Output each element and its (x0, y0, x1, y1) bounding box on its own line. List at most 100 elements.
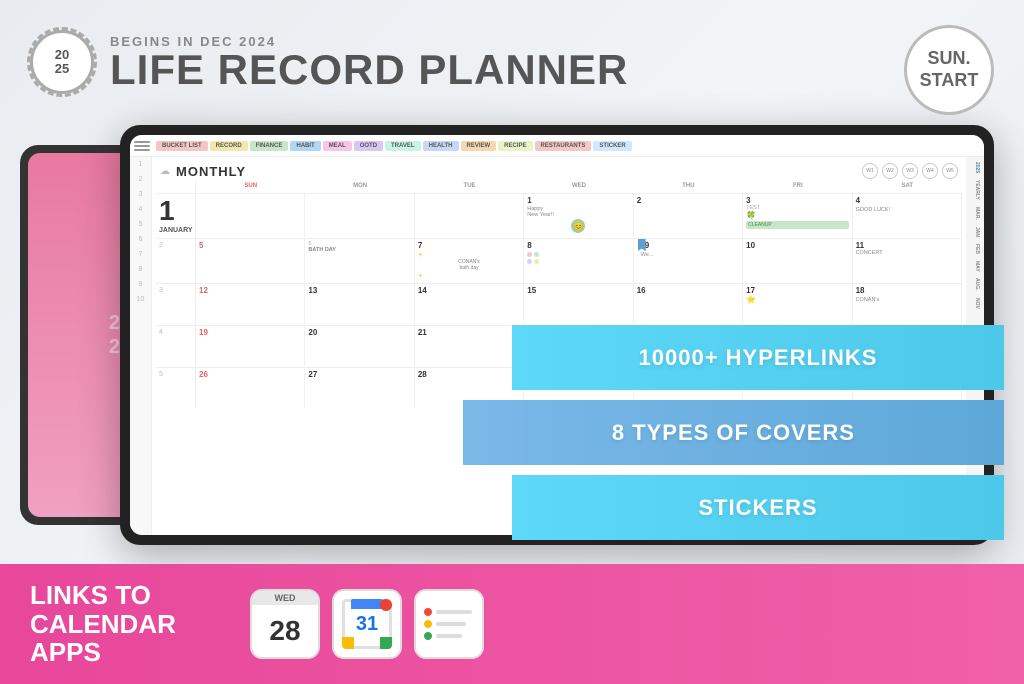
right-tab-yearly[interactable]: YEARLY (968, 177, 982, 203)
right-tab-aug[interactable]: AUG. (968, 275, 982, 294)
tab-bucket-list[interactable]: BUCKET LIST (156, 141, 208, 151)
week-btn-3[interactable]: W3 (902, 163, 918, 179)
reminder-item-1 (424, 608, 472, 616)
row-num-2: 2 (132, 176, 149, 183)
cal-cell-fri-w3: 17 ⭐ (743, 284, 852, 324)
cal-cell-sun-w5: 26 (196, 368, 305, 408)
calendar-left-sidebar: 1 2 3 4 5 6 7 8 9 10 (130, 157, 152, 535)
tab-navigation: BUCKET LIST RECORD FINANCE HABIT MEAL OO… (130, 135, 984, 157)
day-header-wed: WED (524, 181, 633, 191)
row-num-10: 10 (132, 296, 149, 303)
header: 20 25 BEGINS IN DEC 2024 LIFE RECORD PLA… (30, 30, 628, 94)
tab-finance[interactable]: FINANCE (250, 141, 289, 151)
cal-cell-thu-w2: 9 We... (634, 239, 743, 282)
dots-decoration (527, 252, 629, 264)
week-label-4: 4 (156, 326, 196, 366)
calendar-header: ☁ MONTHLY W1 W2 W3 W4 W5 (152, 157, 966, 181)
reminder-line-2 (436, 622, 466, 626)
cal-cell-sun-w3: 12 (196, 284, 305, 324)
reminder-item-3 (424, 632, 462, 640)
cal-cell-fri-w2: 10 (743, 239, 852, 282)
reminder-dot-red (424, 608, 432, 616)
sun-start-badge: SUN. START (904, 25, 994, 115)
week-btn-2[interactable]: W2 (882, 163, 898, 179)
tab-review[interactable]: REVIEW (461, 141, 497, 151)
cal-cell-mon-w5: 27 (305, 368, 414, 408)
links-text: LINKS TO CALENDAR APPS (30, 581, 230, 667)
stickers-overlay: STICKERS (512, 475, 1004, 540)
hamburger-icon[interactable] (134, 141, 150, 151)
covers-overlay: 8 TYPES OF COVERS (463, 400, 1004, 465)
reminder-item-2 (424, 620, 466, 628)
cal-cell-wed-w3: 15 (524, 284, 633, 324)
cal-cell-sat-w1: 4 GOOD LUCK! (853, 194, 962, 237)
tab-restaurants[interactable]: RESTAURANTS (535, 141, 592, 151)
tab-record[interactable]: RECORD (210, 141, 248, 151)
calendar-month-title: MONTHLY (176, 164, 246, 179)
week-btn-1[interactable]: W1 (862, 163, 878, 179)
week-btn-4[interactable]: W4 (922, 163, 938, 179)
table-row: 3 12 13 14 (156, 283, 962, 324)
right-tab-may[interactable]: MAY (968, 258, 982, 275)
cal-cell-wed-w2: 8 (524, 239, 633, 282)
right-tab-mar[interactable]: MAR. (968, 204, 982, 223)
cal-cell-mon-w3: 13 (305, 284, 414, 324)
week-label-5: 5 (156, 368, 196, 408)
tab-habit[interactable]: HABIT (290, 141, 320, 151)
cal-cell-mon-w1 (305, 194, 414, 237)
row-num-8: 8 (132, 266, 149, 273)
day-header-mon: MON (305, 181, 414, 191)
tab-travel[interactable]: TRAVEL (385, 141, 421, 151)
week-btn-5[interactable]: W5 (942, 163, 958, 179)
cal-cell-sun-w2: 5 (196, 239, 305, 282)
table-row: 1 JANUARY 1 Happy New Year!! (156, 193, 962, 237)
cal-cell-sun-w1 (196, 194, 305, 237)
cal-cell-sat-w2: 11 CONCERT (853, 239, 962, 282)
reminder-line-1 (436, 610, 472, 614)
sun-start-text: SUN. START (920, 48, 979, 91)
reminder-line-3 (436, 634, 462, 638)
day-header-thu: THU (634, 181, 743, 191)
tab-sticker[interactable]: STICKER (593, 141, 631, 151)
gcal-top-bar (351, 599, 383, 609)
week-label-2: 2 (156, 239, 196, 282)
tab-meal[interactable]: MEAL (323, 141, 352, 151)
cal-cell-mon-w4: 20 (305, 326, 414, 366)
tab-health[interactable]: HEALTH (423, 141, 459, 151)
gcal-corner-green (380, 637, 392, 649)
cal-cell-fri-w1: 3 TEST 🍀 CLEANUP (743, 194, 852, 237)
reminder-dot-yellow (424, 620, 432, 628)
row-num-4: 4 (132, 206, 149, 213)
right-tab-2025[interactable]: 2025 (968, 159, 982, 176)
cal-cell-thu-w3: 16 (634, 284, 743, 324)
cal-cell-tue-w4: 21 (415, 326, 524, 366)
google-calendar-icon: 31 (332, 589, 402, 659)
logo-badge: 20 25 (30, 30, 94, 94)
cal-cell-tue-w1 (415, 194, 524, 237)
bottom-bar: LINKS TO CALENDAR APPS WED 28 31 (0, 564, 1024, 684)
day-header-tue: TUE (415, 181, 524, 191)
main-title: LIFE RECORD PLANNER (110, 49, 628, 91)
logo-year: 20 25 (55, 48, 69, 77)
cal-cell-sat-w3: 18 CONAN's (853, 284, 962, 324)
row-num-1: 1 (132, 161, 149, 168)
right-tab-jan[interactable]: JAN (968, 224, 982, 240)
tab-recipe[interactable]: RECIPE (498, 141, 532, 151)
row-num-7: 7 (132, 251, 149, 258)
right-tab-feb[interactable]: FEB (968, 241, 982, 257)
stickers-text: STICKERS (698, 495, 817, 521)
tab-ootd[interactable]: OOTD (354, 141, 383, 151)
smiley-icon: 😊 (571, 219, 585, 233)
week-label-3: 3 (156, 284, 196, 324)
cal-cell-thu-w1: 2 (634, 194, 743, 237)
reminder-dot-green (424, 632, 432, 640)
row-num-3: 3 (132, 191, 149, 198)
hyperlinks-text: 10000+ HYPERLINKS (639, 345, 878, 371)
hyperlinks-overlay: 10000+ HYPERLINKS (512, 325, 1004, 390)
right-tab-nov[interactable]: NOV (968, 295, 982, 312)
cal-cell-tue-w2: 7 + CONAN'sbath day + (415, 239, 524, 282)
reminders-icon (414, 589, 484, 659)
day-header-fri: FRI (743, 181, 852, 191)
calendar-apps: WED 28 31 (250, 589, 484, 659)
date-day: WED (252, 591, 318, 605)
